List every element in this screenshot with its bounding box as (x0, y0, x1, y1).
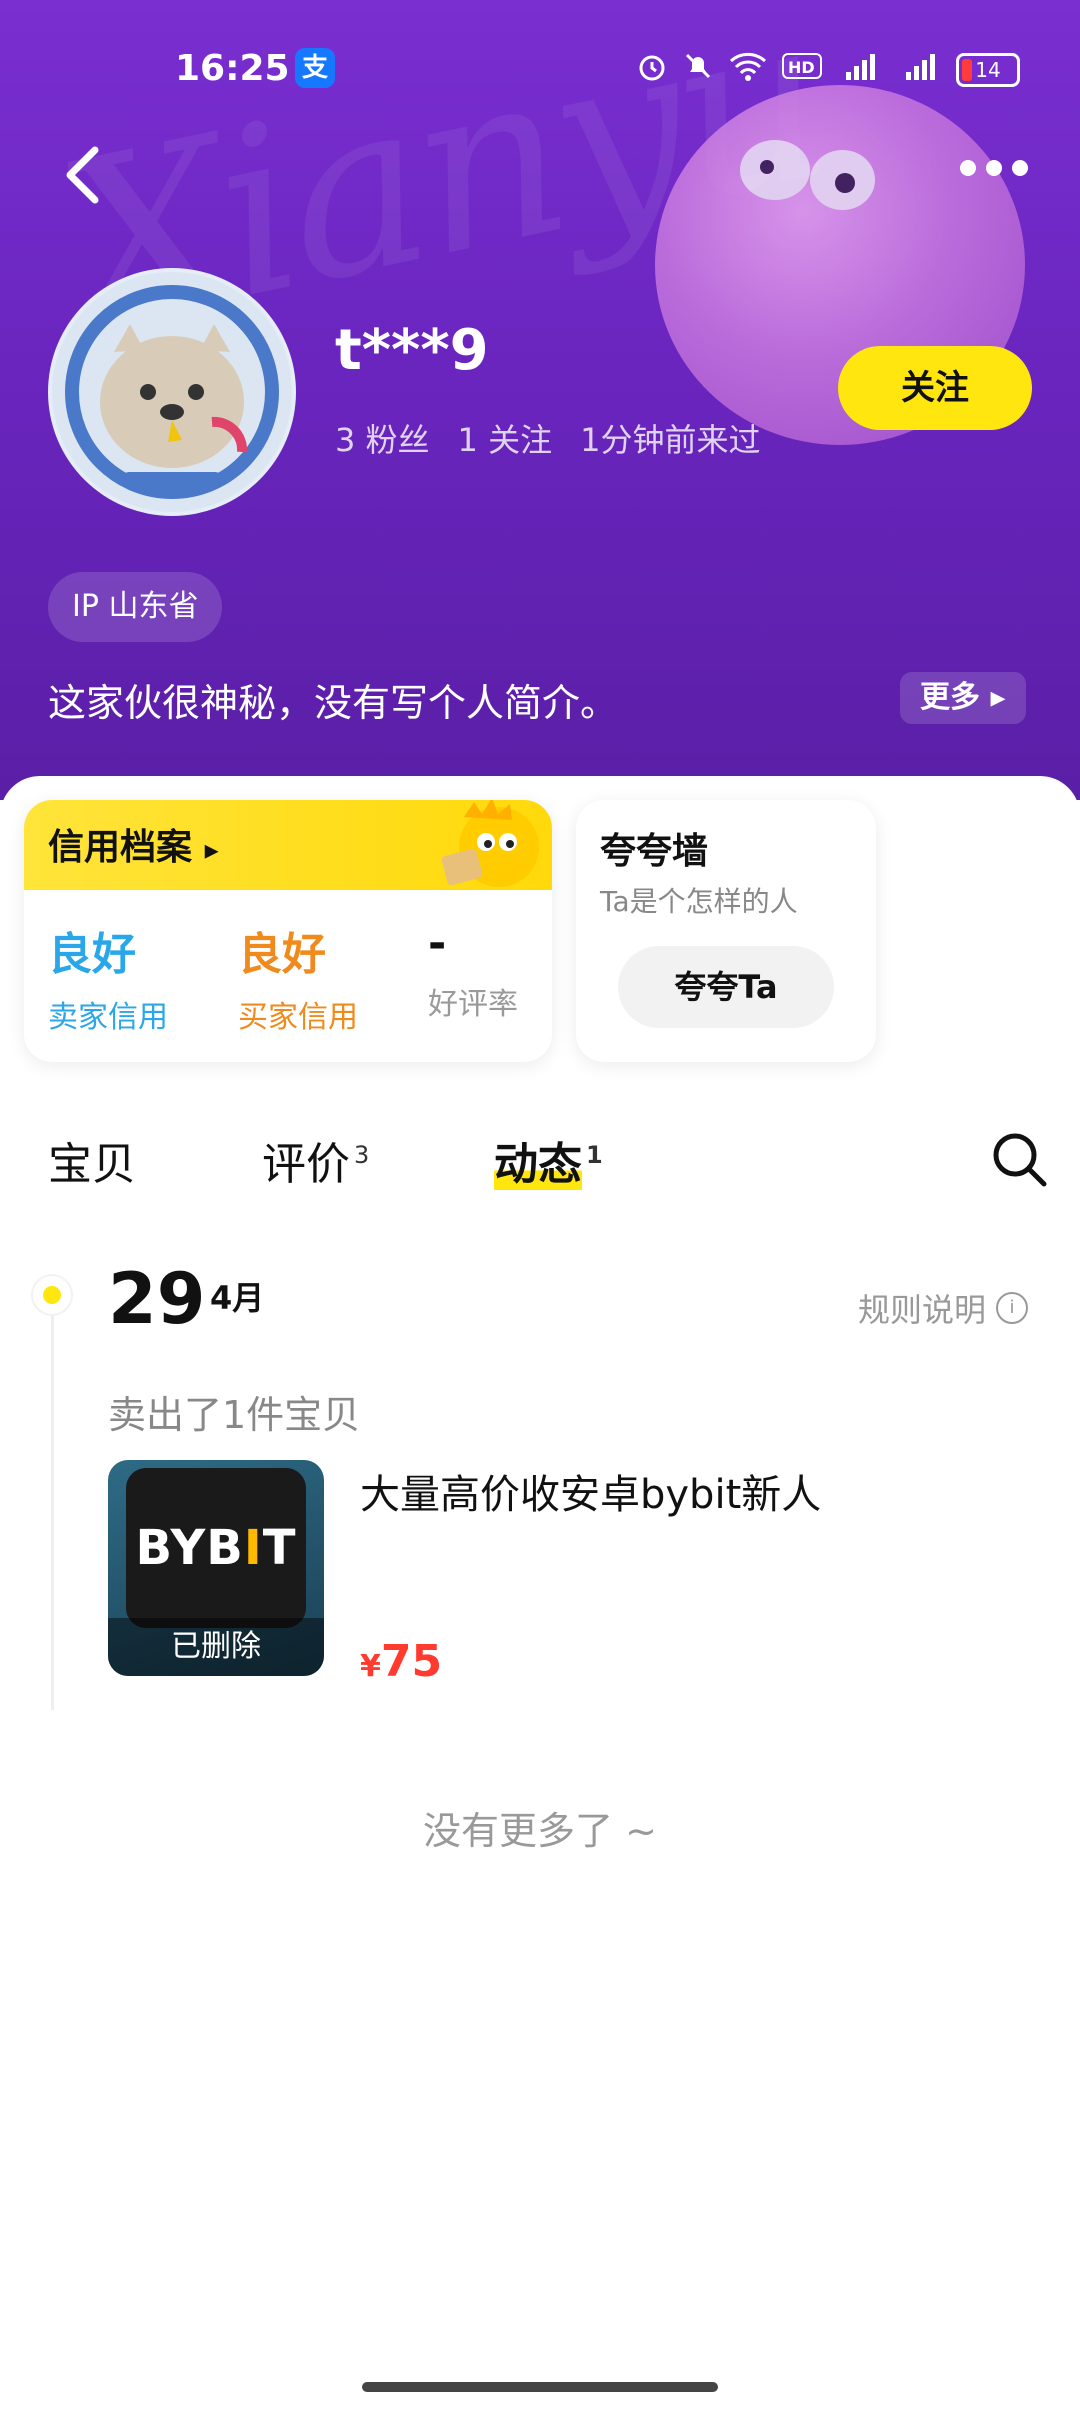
bio-more-label: 更多 (920, 680, 980, 715)
positive-rate: - 好评率 (428, 918, 552, 1023)
follow-button[interactable]: 关注 (838, 346, 1032, 430)
tab-activity[interactable]: 动态 1 (494, 1128, 603, 1192)
caret-right-icon: ▸ (204, 833, 219, 866)
praise-wall-card[interactable]: 夸夸墙 Ta是个怎样的人 夸夸Ta (576, 800, 876, 1062)
last-seen: 1分钟前来过 (580, 421, 761, 459)
mute-icon (682, 50, 714, 89)
item-status-badge: 已删除 (108, 1618, 324, 1676)
buyer-credit-label: 买家信用 (238, 1000, 358, 1035)
credit-card-header: 信用档案 ▸ (24, 800, 552, 890)
credit-mascot-icon (424, 800, 552, 892)
wifi-icon (728, 50, 768, 89)
user-bio: 这家伙很神秘，没有写个人简介。 (48, 681, 619, 725)
tab-reviews-count: 3 (354, 1141, 370, 1170)
home-indicator[interactable] (362, 2382, 718, 2392)
praise-wall-title: 夸夸墙 (600, 831, 709, 872)
svg-text:HD: HD (788, 58, 815, 77)
item-thumbnail-logo: BYBIT (126, 1468, 306, 1628)
timeline-dot-icon (33, 1276, 71, 1314)
tab-activity-label: 动态 (494, 1139, 582, 1190)
tab-reviews-label: 评价 (262, 1139, 350, 1190)
buyer-credit-value: 良好 (238, 929, 326, 980)
seller-credit: 良好 卖家信用 (48, 918, 198, 1036)
ip-location-badge: IP 山东省 (48, 572, 223, 642)
user-nickname: t***9 (335, 318, 489, 383)
alarm-icon (636, 50, 668, 89)
tab-reviews[interactable]: 评价 3 (262, 1128, 369, 1192)
fans-count[interactable]: 3 粉丝 (335, 415, 430, 461)
end-of-list-text: 没有更多了 ~ (423, 1809, 657, 1853)
positive-rate-label: 好评率 (428, 987, 518, 1022)
timeline-event-text: 卖出了1件宝贝 (108, 1393, 361, 1437)
timeline-month: 4月 (210, 1279, 265, 1317)
tab-items[interactable]: 宝贝 (48, 1128, 136, 1192)
user-stats: 3 粉丝 1 关注 1分钟前来过 (335, 415, 760, 461)
tab-items-label: 宝贝 (48, 1139, 136, 1190)
timeline-line (51, 1300, 54, 1710)
praise-button[interactable]: 夸夸Ta (618, 946, 834, 1028)
credit-profile-card[interactable]: 信用档案 ▸ 良好 卖家信用 良好 买家信用 - 好评率 (24, 800, 552, 1062)
hd-icon: HD (782, 52, 822, 87)
following-count[interactable]: 1 关注 (458, 415, 553, 461)
item-title[interactable]: 大量高价收安卓bybit新人 (360, 1462, 821, 1520)
buyer-credit: 良好 买家信用 (238, 918, 388, 1036)
info-icon: i (996, 1292, 1029, 1324)
price-value: 75 (380, 1636, 443, 1687)
seller-credit-label: 卖家信用 (48, 1000, 168, 1035)
status-icons: HD 14 (636, 50, 1020, 89)
search-icon[interactable] (990, 1130, 1050, 1190)
tab-activity-count: 1 (586, 1141, 603, 1170)
status-time: 16:25 (175, 48, 290, 89)
rules-link[interactable]: 规则说明 i (858, 1285, 1029, 1331)
timeline-day: 29 (108, 1258, 206, 1340)
credit-title: 信用档案 ▸ (48, 818, 219, 870)
praise-wall-subtitle: Ta是个怎样的人 (600, 885, 798, 918)
avatar[interactable] (48, 268, 296, 516)
item-thumbnail[interactable]: BYBIT 已删除 (108, 1460, 324, 1676)
alipay-icon: 支 (295, 48, 335, 88)
caret-right-icon: ▸ (990, 680, 1006, 715)
signal-5g-icon (836, 50, 882, 89)
rules-label: 规则说明 (858, 1291, 987, 1329)
profile-header: Xianyu 16:25 支 HD 14 t***9 3 粉丝 1 关注 1分钟… (0, 0, 1080, 800)
item-price: ¥75 (360, 1636, 442, 1687)
seller-credit-value: 良好 (48, 929, 136, 980)
battery-icon: 14 (956, 52, 1020, 87)
positive-rate-value: - (428, 918, 447, 969)
more-options-icon[interactable] (960, 160, 1030, 184)
back-icon[interactable] (55, 140, 115, 210)
signal-5g-icon-2 (896, 50, 942, 89)
price-currency: ¥ (360, 1649, 381, 1684)
credit-title-label: 信用档案 (48, 827, 193, 868)
status-bar: 16:25 支 HD 14 (0, 40, 1080, 100)
bio-more-button[interactable]: 更多 ▸ (900, 672, 1026, 724)
